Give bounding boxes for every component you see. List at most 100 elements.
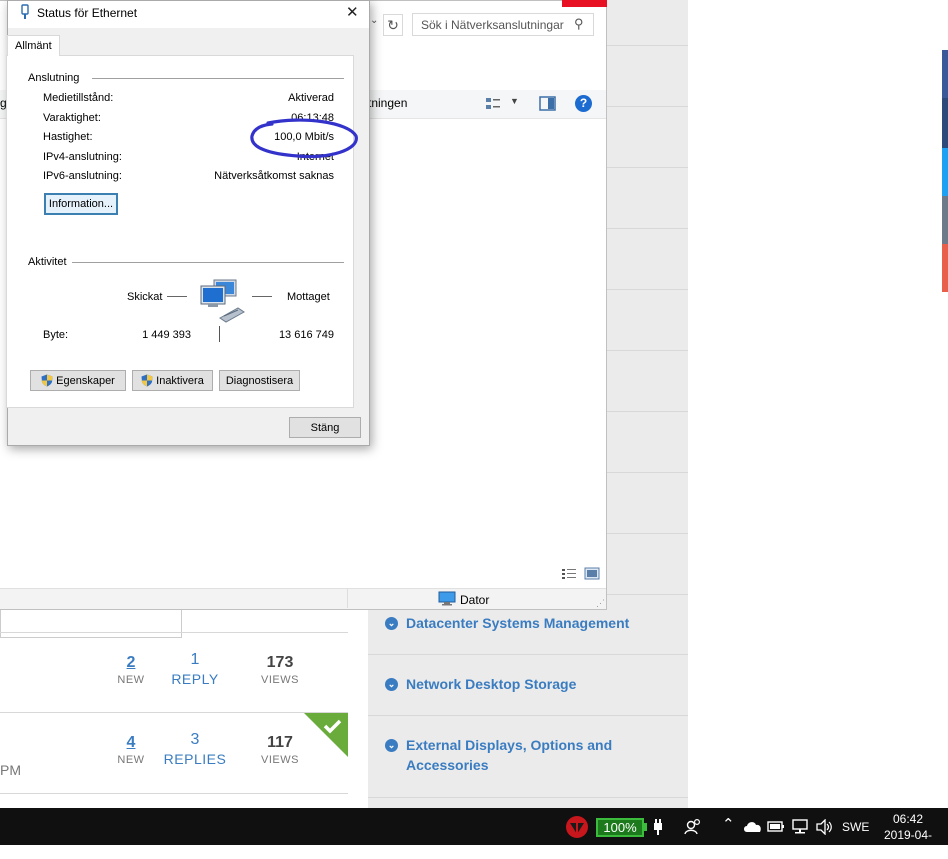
views-label: VIEWS bbox=[261, 674, 299, 686]
solved-checkmark-icon bbox=[304, 713, 348, 757]
tab-label: Allmänt bbox=[15, 40, 52, 52]
thread-list-box bbox=[0, 610, 182, 638]
battery-tray-icon[interactable] bbox=[767, 819, 785, 834]
clock-time: 06:42 bbox=[892, 812, 924, 826]
computer-icon bbox=[438, 591, 456, 606]
people-icon[interactable] bbox=[684, 818, 702, 836]
view-options-icon[interactable] bbox=[485, 96, 501, 112]
battery-indicator[interactable]: 100% bbox=[596, 818, 644, 837]
group-connection-label: Anslutning bbox=[28, 72, 84, 84]
clock[interactable]: 06:42 2019-04-13 bbox=[878, 811, 938, 859]
help-icon[interactable]: ? bbox=[575, 95, 592, 112]
chevron-down-icon[interactable]: ⌄ bbox=[370, 15, 380, 33]
divider bbox=[368, 654, 688, 655]
divider bbox=[368, 715, 688, 716]
thread-views: 117 VIEWS bbox=[255, 733, 305, 767]
category-label: External Displays, Options and Accessori… bbox=[406, 737, 613, 773]
battery-percent: 100% bbox=[603, 820, 637, 835]
network-activity-icon bbox=[200, 279, 245, 323]
preview-pane-icon[interactable] bbox=[539, 96, 556, 111]
diagnose-button[interactable]: Diagnostisera bbox=[219, 370, 300, 391]
power-plug-icon[interactable] bbox=[651, 818, 665, 836]
details-view-icon[interactable] bbox=[561, 568, 577, 580]
divider bbox=[606, 228, 688, 229]
dialog-title: Status för Ethernet bbox=[37, 6, 138, 20]
close-button-label: Stäng bbox=[310, 421, 340, 434]
thread-replies[interactable]: 1 REPLY bbox=[160, 650, 230, 688]
general-tab-panel bbox=[6, 55, 354, 408]
search-placeholder: Sök i Nätverksanslutningar bbox=[421, 18, 564, 32]
battery-tip bbox=[644, 823, 647, 831]
sent-label: Skickat bbox=[127, 291, 163, 303]
onedrive-cloud-icon[interactable] bbox=[743, 820, 763, 833]
divider bbox=[606, 167, 688, 168]
category-datacenter[interactable]: ⌄ Datacenter Systems Management bbox=[385, 613, 665, 633]
share-strip-linkedin[interactable] bbox=[942, 98, 948, 148]
reply-count: 3 bbox=[190, 731, 200, 748]
close-button-edge[interactable] bbox=[562, 0, 607, 7]
close-icon[interactable]: ✕ bbox=[346, 3, 359, 21]
ipv6-label: IPv6-anslutning: bbox=[43, 170, 122, 182]
share-strip-facebook[interactable] bbox=[942, 50, 948, 98]
thread-new-count[interactable]: 2 NEW bbox=[108, 653, 154, 687]
large-icons-view-icon[interactable] bbox=[584, 567, 600, 580]
media-state-value: Aktiverad bbox=[288, 92, 334, 104]
search-input[interactable]: Sök i Nätverksanslutningar bbox=[412, 13, 594, 36]
media-state-label: Medietillstånd: bbox=[43, 92, 114, 104]
share-strip-other[interactable] bbox=[942, 244, 948, 292]
chevron-down-icon: ⌄ bbox=[385, 739, 398, 752]
refresh-icon[interactable]: ↻ bbox=[383, 14, 403, 36]
category-external-displays[interactable]: ⌄ External Displays, Options and Accesso… bbox=[385, 735, 645, 775]
reply-label[interactable]: REPLIES bbox=[160, 750, 230, 768]
details-button[interactable]: Information... bbox=[44, 193, 118, 215]
chevron-down-icon[interactable]: ▼ bbox=[510, 96, 519, 106]
clock-date: 2019-04-13 bbox=[883, 828, 933, 858]
divider bbox=[0, 712, 348, 713]
language-indicator[interactable]: SWE bbox=[842, 820, 869, 834]
chevron-up-icon[interactable]: ⌃ bbox=[722, 815, 735, 833]
network-tray-icon[interactable] bbox=[791, 819, 809, 835]
new-count[interactable]: 2 bbox=[108, 653, 154, 673]
share-strip-twitter[interactable] bbox=[942, 148, 948, 196]
divider bbox=[252, 296, 272, 297]
new-count[interactable]: 4 bbox=[108, 733, 154, 753]
tab-general[interactable]: Allmänt bbox=[7, 35, 60, 56]
category-network-storage[interactable]: ⌄ Network Desktop Storage bbox=[385, 674, 665, 694]
ipv4-label: IPv4-anslutning: bbox=[43, 151, 122, 163]
thread-views: 173 VIEWS bbox=[255, 653, 305, 687]
volume-icon[interactable] bbox=[815, 819, 833, 835]
close-button[interactable]: Stäng bbox=[289, 417, 361, 438]
divider bbox=[606, 106, 688, 107]
category-label: Datacenter Systems Management bbox=[406, 615, 630, 631]
divider bbox=[219, 326, 220, 342]
divider bbox=[606, 45, 688, 46]
group-divider bbox=[92, 78, 344, 79]
new-label: NEW bbox=[117, 754, 145, 766]
share-strip-email[interactable] bbox=[942, 196, 948, 244]
annotation-circle bbox=[250, 118, 358, 159]
shield-icon bbox=[141, 374, 153, 387]
network-adapter-icon bbox=[21, 4, 29, 19]
thread-new-count[interactable]: 4 NEW bbox=[108, 733, 154, 767]
duration-label: Varaktighet: bbox=[43, 112, 101, 124]
reply-count: 1 bbox=[190, 651, 200, 668]
received-label: Mottaget bbox=[287, 291, 330, 303]
disable-button-label: Inaktivera bbox=[156, 374, 204, 387]
thread-replies[interactable]: 3 REPLIES bbox=[160, 730, 230, 768]
cmd-partial-label[interactable]: tningen bbox=[368, 96, 407, 110]
divider bbox=[606, 411, 688, 412]
app-tray-icon[interactable] bbox=[565, 815, 589, 839]
chevron-down-icon: ⌄ bbox=[385, 617, 398, 630]
properties-button[interactable]: Egenskaper bbox=[30, 370, 126, 391]
divider bbox=[347, 589, 348, 608]
divider bbox=[368, 797, 688, 798]
resize-grip-icon[interactable]: ⋰ bbox=[596, 598, 605, 609]
bytes-sent-value: 1 449 393 bbox=[142, 329, 191, 341]
reply-label[interactable]: REPLY bbox=[160, 670, 230, 688]
ipv6-value: Nätverksåtkomst saknas bbox=[214, 170, 334, 182]
disable-button[interactable]: Inaktivera bbox=[132, 370, 213, 391]
new-label: NEW bbox=[117, 674, 145, 686]
details-button-label: Information... bbox=[48, 198, 114, 210]
views-label: VIEWS bbox=[261, 754, 299, 766]
divider bbox=[606, 289, 688, 290]
